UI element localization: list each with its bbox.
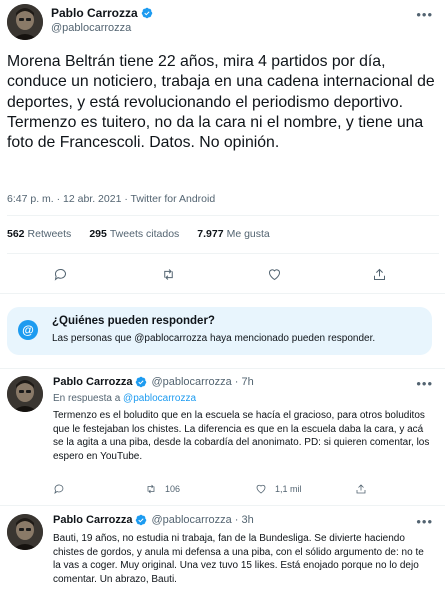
- avatar[interactable]: [7, 376, 43, 412]
- like-button[interactable]: 1,1 mil: [255, 483, 355, 495]
- mention-link[interactable]: @pablocarrozza: [134, 333, 207, 344]
- reply-display-name[interactable]: Pablo Carrozza: [53, 514, 132, 526]
- divider: [0, 505, 445, 506]
- verified-badge-icon: [135, 376, 147, 388]
- verified-badge-icon: [141, 7, 153, 19]
- more-horizontal-icon[interactable]: •••: [416, 376, 433, 391]
- reply-author-row[interactable]: Pablo Carrozza @pablocarrozza · 7h: [53, 376, 254, 388]
- reply-time[interactable]: · 7h: [235, 376, 254, 388]
- tweet-text: Morena Beltrán tiene 22 años, mira 4 par…: [7, 53, 435, 152]
- avatar[interactable]: [7, 4, 43, 40]
- reply-display-name[interactable]: Pablo Carrozza: [53, 376, 132, 388]
- reply-actions: 106 1,1 mil: [53, 483, 367, 495]
- divider: [7, 215, 439, 216]
- reply-text: Termenzo es el boludito que en la escuel…: [53, 410, 430, 462]
- more-horizontal-icon[interactable]: •••: [416, 514, 433, 529]
- retweet-icon: [147, 484, 155, 494]
- who-can-reply-text: Las personas que @pablocarrozza haya men…: [52, 333, 376, 344]
- replying-to: En respuesta a @pablocarrozza: [53, 393, 197, 404]
- mention-link[interactable]: @pablocarrozza: [123, 393, 196, 404]
- verified-badge-icon: [135, 514, 147, 526]
- author-display-name[interactable]: Pablo Carrozza: [51, 6, 138, 20]
- like-icon: [256, 484, 266, 494]
- author-handle[interactable]: @pablocarrozza: [51, 22, 131, 34]
- who-can-reply-title: ¿Quiénes pueden responder?: [52, 315, 215, 327]
- reply-handle[interactable]: @pablocarrozza: [151, 376, 231, 388]
- reply-text: Bauti, 19 años, no estudia ni trabaja, f…: [53, 533, 424, 585]
- more-horizontal-icon[interactable]: •••: [416, 7, 433, 22]
- reply-handle[interactable]: @pablocarrozza: [151, 514, 231, 526]
- tweet-meta[interactable]: 6:47 p. m. · 12 abr. 2021 · Twitter for …: [7, 193, 215, 205]
- retweets-stat[interactable]: 562 Retweets: [7, 228, 71, 240]
- retweet-count: 106: [165, 484, 181, 494]
- like-count: 1,1 mil: [275, 484, 302, 494]
- share-icon[interactable]: [371, 266, 387, 282]
- retweet-icon[interactable]: [160, 266, 176, 282]
- divider: [7, 253, 439, 254]
- who-can-reply-notice: @ ¿Quiénes pueden responder? Las persona…: [7, 307, 432, 355]
- share-icon[interactable]: [355, 483, 367, 495]
- likes-stat[interactable]: 7.977 Me gusta: [197, 228, 269, 240]
- like-icon[interactable]: [266, 266, 282, 282]
- avatar[interactable]: [7, 514, 43, 550]
- tweet-stats: 562 Retweets 295 Tweets citados 7.977 Me gu…: [7, 228, 270, 240]
- retweet-button[interactable]: 106: [145, 483, 255, 495]
- reply-icon[interactable]: [52, 266, 68, 282]
- divider: [0, 293, 445, 294]
- reply-icon[interactable]: [53, 483, 145, 495]
- reply-author-row[interactable]: Pablo Carrozza @pablocarrozza · 3h: [53, 514, 254, 526]
- divider: [0, 368, 445, 369]
- quotes-stat[interactable]: 295 Tweets citados: [89, 228, 179, 240]
- reply-time[interactable]: · 3h: [235, 514, 254, 526]
- author-name-row[interactable]: Pablo Carrozza: [51, 6, 153, 20]
- at-sign-icon: @: [18, 320, 38, 340]
